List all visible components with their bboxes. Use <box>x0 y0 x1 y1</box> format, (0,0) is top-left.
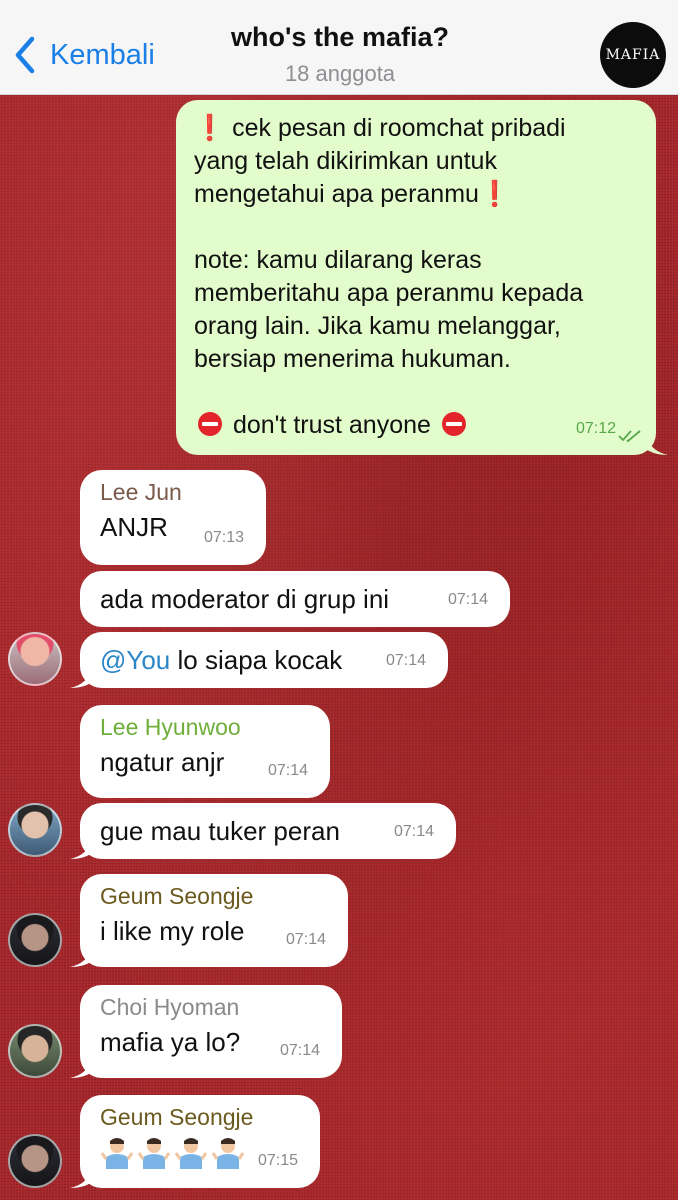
message-line: memberitahu apa peranmu kepada <box>194 279 584 307</box>
bubble-tail <box>646 435 668 455</box>
bubble-tail <box>70 668 92 688</box>
message-text: i like my role <box>100 916 245 946</box>
incoming-message[interactable]: gue mau tuker peran 07:14 <box>70 803 456 859</box>
message-time: 07:14 <box>285 931 326 948</box>
man-shrugging-icon <box>137 1135 171 1169</box>
back-button[interactable]: Kembali <box>12 34 155 76</box>
message-line: orang lain. Jika kamu melanggar, <box>194 312 561 340</box>
exclamation-icon: ❗ <box>194 114 226 142</box>
sender-name: Geum Seongje <box>100 1104 254 1130</box>
incoming-message[interactable]: Lee Jun ANJR 07:13 <box>80 470 266 565</box>
incoming-message[interactable]: Choi Hyoman mafia ya lo? 07:14 <box>70 985 342 1078</box>
incoming-message[interactable]: @You lo siapa kocak 07:14 <box>70 632 448 688</box>
no-entry-icon <box>441 412 466 436</box>
double-check-icon <box>618 430 641 443</box>
message-time: 07:12 <box>575 420 616 437</box>
bubble-tail <box>70 1058 92 1078</box>
message-time: 07:15 <box>257 1152 298 1169</box>
man-shrugging-icon <box>100 1135 134 1169</box>
message-time: 07:13 <box>203 529 244 546</box>
mention-link[interactable]: @You <box>100 645 170 675</box>
message-time: 07:14 <box>447 591 488 608</box>
exclamation-icon: ❗ <box>478 180 511 208</box>
user-avatar[interactable] <box>8 632 62 686</box>
message-text: mafia ya lo? <box>100 1027 241 1057</box>
message-line: yang telah dikirimkan untuk <box>194 147 497 175</box>
no-entry-icon <box>198 412 222 436</box>
message-text: ANJR <box>100 512 168 542</box>
sender-name: Geum Seongje <box>100 883 254 909</box>
message-footer: don't trust anyone <box>232 411 431 439</box>
incoming-message[interactable]: Geum Seongje i like my role 07:14 <box>70 874 348 967</box>
chat-header: Kembali who's the mafia? 18 anggota MAFI… <box>0 0 678 95</box>
message-text: gue mau tuker peran <box>100 816 340 846</box>
outgoing-message[interactable]: ❗ cek pesan di roomchat pribadi yang tel… <box>176 100 668 455</box>
message-time: 07:14 <box>279 1042 320 1059</box>
incoming-message[interactable]: ada moderator di grup ini 07:14 <box>80 571 510 627</box>
bubble-tail <box>70 839 92 859</box>
message-line: note: kamu dilarang keras <box>194 246 482 274</box>
user-avatar[interactable] <box>8 1024 62 1078</box>
message-text: ada moderator di grup ini <box>100 584 390 614</box>
bubble-tail <box>70 1168 92 1188</box>
group-avatar[interactable]: MAFIA <box>600 22 666 88</box>
member-count: 18 anggota <box>284 61 396 86</box>
message-time: 07:14 <box>385 652 426 669</box>
chat-title-area[interactable]: who's the mafia? 18 anggota <box>170 22 510 87</box>
message-time: 07:14 <box>267 762 308 779</box>
user-avatar[interactable] <box>8 803 62 857</box>
man-shrugging-icon <box>211 1135 245 1169</box>
man-shrugging-icon <box>174 1135 208 1169</box>
user-avatar[interactable] <box>8 913 62 967</box>
message-line: bersiap menerima hukuman. <box>194 345 511 373</box>
sender-name: Lee Jun <box>100 479 182 505</box>
message-line: mengetahui apa peranmu <box>194 180 479 208</box>
message-text: lo siapa kocak <box>170 645 343 675</box>
sender-name: Choi Hyoman <box>100 994 240 1020</box>
chat-title: who's the mafia? <box>231 22 449 52</box>
chevron-left-icon <box>15 36 35 74</box>
user-avatar[interactable] <box>8 1134 62 1188</box>
message-line: cek pesan di roomchat pribadi <box>232 114 566 142</box>
sender-name: Lee Hyunwoo <box>100 714 241 740</box>
message-time: 07:14 <box>393 823 434 840</box>
back-label: Kembali <box>50 38 155 71</box>
bubble-tail <box>70 947 92 967</box>
group-avatar-logo: MAFIA <box>605 47 661 63</box>
message-text: ngatur anjr <box>100 747 225 777</box>
incoming-message[interactable]: Lee Hyunwoo ngatur anjr 07:14 <box>80 705 330 798</box>
incoming-message[interactable]: Geum Seongje 07:15 <box>70 1095 320 1188</box>
